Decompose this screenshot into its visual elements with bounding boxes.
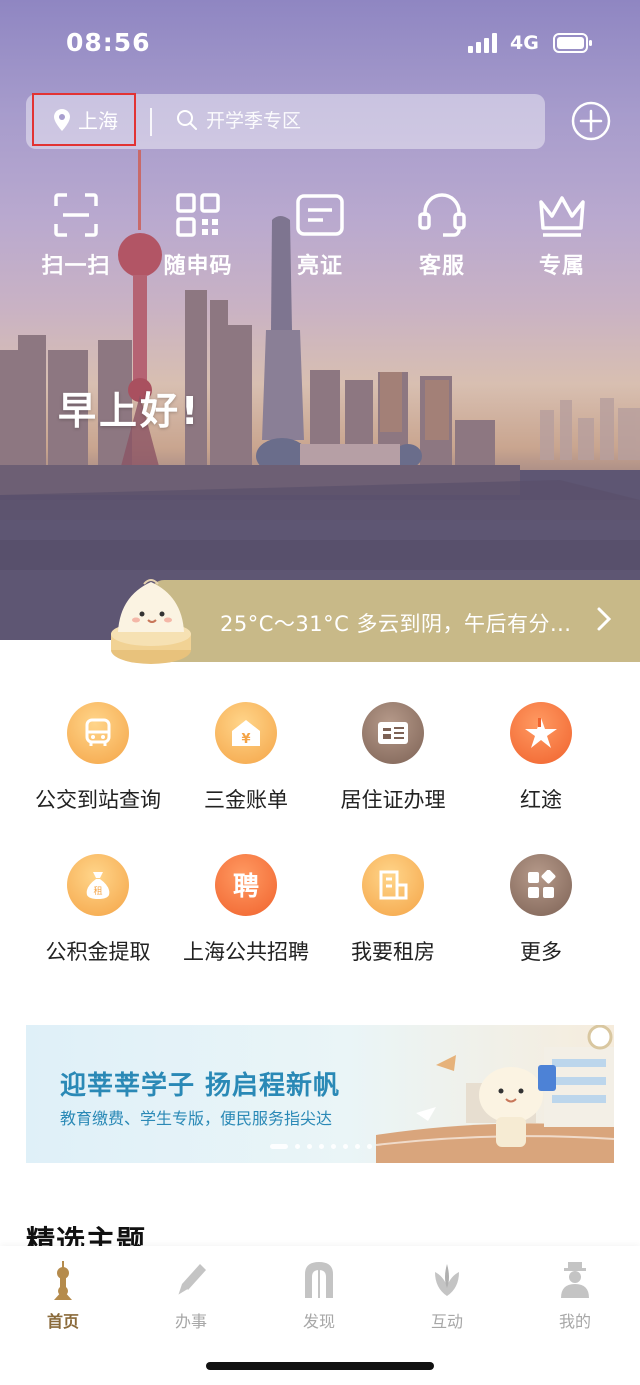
svg-text:租: 租	[93, 886, 102, 897]
promo-banner[interactable]: 迎莘莘学子 扬启程新帆 教育缴费、学生专版，便民服务指尖达	[26, 1025, 614, 1163]
home-tower-icon	[54, 1261, 72, 1300]
pagination-dot	[355, 1144, 360, 1149]
location-selector[interactable]: 上海	[32, 93, 136, 146]
service-label: 居住证办理	[340, 788, 446, 812]
service-rent[interactable]: 我要租房	[318, 854, 468, 966]
search-placeholder: 开学季专区	[206, 110, 302, 132]
tab-profile[interactable]: 我的	[530, 1260, 620, 1332]
hero-banner: 08:56 4G 上海 开学季专区 扫一扫 随申码 亮证 客服 专属 早上好!	[0, 0, 640, 640]
svg-text:聘: 聘	[233, 872, 259, 902]
search-divider	[150, 108, 152, 136]
headset-icon	[418, 193, 466, 237]
tab-interact[interactable]: 互动	[402, 1260, 492, 1332]
quick-action-label: 扫一扫	[41, 254, 111, 279]
tab-home[interactable]: 首页	[18, 1260, 108, 1332]
quick-action-label: 亮证	[296, 254, 343, 279]
add-icon[interactable]	[570, 100, 612, 142]
bill-icon: ¥	[215, 702, 277, 764]
battery-icon	[553, 33, 592, 53]
clock: 08:56	[66, 28, 151, 57]
service-more[interactable]: 更多	[466, 854, 616, 966]
bus-icon	[67, 702, 129, 764]
tab-label: 办事	[174, 1312, 207, 1331]
service-label: 公积金提取	[45, 940, 151, 964]
svg-text:¥: ¥	[241, 732, 250, 747]
location-label: 上海	[78, 109, 118, 133]
weather-bar[interactable]: 25°C～31°C 多云到阴，午后有分...	[150, 580, 640, 662]
pagination-dot	[307, 1144, 312, 1149]
quick-action-exclusive[interactable]: 专属	[512, 192, 612, 280]
service-label: 三金账单	[204, 788, 288, 812]
more-grid-icon	[510, 854, 572, 916]
scan-icon	[54, 193, 98, 237]
service-bus-query[interactable]: 公交到站查询	[23, 702, 173, 814]
location-pin-icon	[54, 108, 70, 131]
lotus-icon	[435, 1264, 459, 1296]
pagination-dot	[343, 1144, 348, 1149]
red-star-icon	[510, 702, 572, 764]
recruit-icon: 聘	[215, 854, 277, 916]
service-label: 红途	[520, 788, 562, 812]
qr-code-icon	[176, 193, 220, 237]
residence-permit-icon	[362, 702, 424, 764]
quick-action-label: 客服	[418, 254, 465, 279]
pagination-dot	[295, 1144, 300, 1149]
weather-text: 25°C～31°C 多云到阴，午后有分...	[220, 612, 572, 636]
profile-icon	[561, 1262, 589, 1298]
quick-action-service[interactable]: 客服	[392, 192, 492, 280]
banner-pagination	[270, 1144, 372, 1149]
service-label: 更多	[520, 940, 562, 964]
pen-icon	[177, 1264, 206, 1297]
greeting-text: 早上好!	[58, 389, 202, 433]
id-card-icon	[296, 194, 344, 236]
service-label: 上海公共招聘	[183, 940, 309, 964]
banner-illustration-icon	[376, 1025, 614, 1163]
service-hongtu[interactable]: 红途	[466, 702, 616, 814]
tab-label: 互动	[430, 1312, 463, 1331]
quick-action-label: 随申码	[163, 254, 233, 279]
service-label: 公交到站查询	[35, 788, 161, 812]
bun-mascot-icon	[111, 579, 191, 664]
service-label: 我要租房	[351, 940, 435, 964]
tab-label: 首页	[46, 1312, 79, 1331]
tab-services[interactable]: 办事	[146, 1260, 236, 1332]
network-type: 4G	[510, 32, 539, 54]
service-residence-permit[interactable]: 居住证办理	[318, 702, 468, 814]
quick-action-scan[interactable]: 扫一扫	[26, 192, 126, 280]
tab-discover[interactable]: 发现	[274, 1260, 364, 1332]
service-fund-withdraw[interactable]: 租 公积金提取	[23, 854, 173, 966]
pagination-dot	[270, 1144, 288, 1149]
banner-subtitle: 教育缴费、学生专版，便民服务指尖达	[60, 1109, 333, 1128]
search-input[interactable]: 开学季专区	[176, 106, 301, 133]
fund-bag-icon: 租	[67, 854, 129, 916]
pagination-dot	[367, 1144, 372, 1149]
service-recruit[interactable]: 聘 上海公共招聘	[171, 854, 321, 966]
rent-icon	[362, 854, 424, 916]
pagination-dot	[319, 1144, 324, 1149]
quick-action-id[interactable]: 亮证	[270, 192, 370, 280]
status-bar: 08:56 4G	[0, 0, 640, 86]
signal-icon	[468, 33, 497, 53]
pagination-dot	[331, 1144, 336, 1149]
search-icon	[177, 109, 197, 130]
quick-action-label: 专属	[538, 254, 585, 279]
quick-action-qr[interactable]: 随申码	[148, 192, 248, 280]
app-screen: 08:56 4G 上海 开学季专区 扫一扫 随申码 亮证 客服 专属 早上好! …	[0, 0, 640, 1385]
chevron-right-icon	[597, 607, 612, 631]
home-indicator[interactable]	[206, 1362, 434, 1370]
crown-icon	[539, 196, 585, 237]
tab-label: 我的	[558, 1312, 591, 1331]
banner-title: 迎莘莘学子 扬启程新帆	[60, 1071, 341, 1101]
discover-arch-icon	[305, 1262, 333, 1298]
service-bill[interactable]: ¥ 三金账单	[171, 702, 321, 814]
tab-label: 发现	[302, 1312, 335, 1331]
